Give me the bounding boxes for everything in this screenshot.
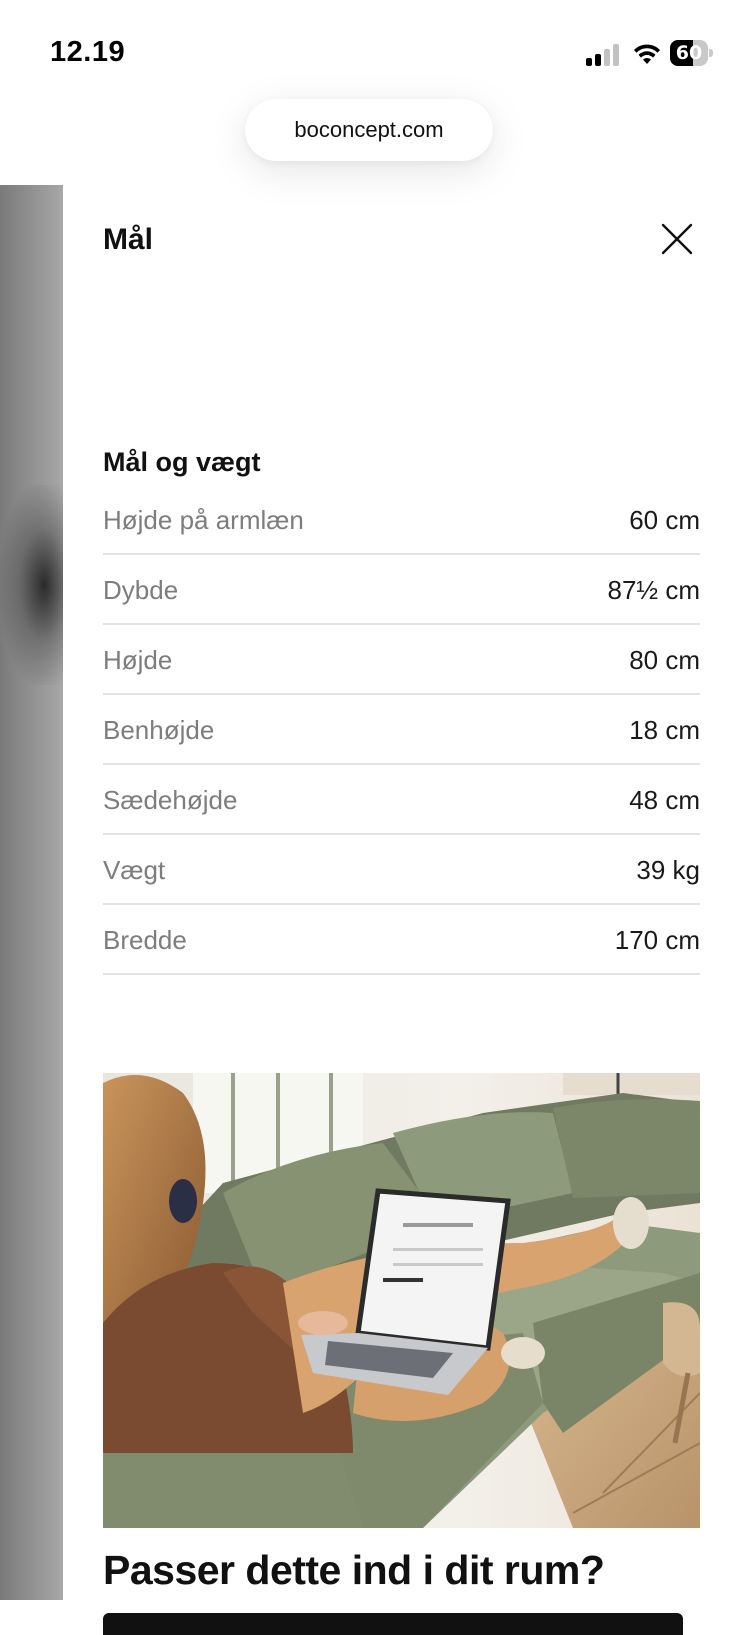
spec-value: 60 cm	[629, 505, 700, 535]
cellular-signal-icon	[586, 44, 620, 66]
spec-row: Vægt 39 kg	[103, 835, 700, 905]
wifi-icon	[632, 42, 662, 66]
battery-level: 60	[675, 42, 703, 64]
address-bar[interactable]: boconcept.com	[245, 99, 493, 161]
spec-row: Sædehøjde 48 cm	[103, 765, 700, 835]
spec-row: Højde på armlæn 60 cm	[103, 485, 700, 555]
signal-bar	[604, 49, 610, 66]
status-bar: 12.19 60	[0, 0, 739, 100]
spec-label: Benhøjde	[103, 715, 215, 745]
promo-heading-continued	[103, 1595, 700, 1635]
sofa-photo	[103, 1073, 700, 1528]
spec-row: Højde 80 cm	[103, 625, 700, 695]
backdrop-shadow	[0, 485, 63, 685]
promo-heading: Passer dette ind i dit rum?	[103, 1547, 605, 1593]
spec-label: Vægt	[103, 855, 166, 885]
panel-title: Mål	[103, 223, 154, 256]
spec-label: Bredde	[103, 925, 187, 955]
dimensions-panel: Mål Mål og vægt Højde på armlæn 60 cm Dy…	[63, 185, 739, 1635]
battery-body: 60	[670, 40, 708, 66]
signal-bar	[586, 58, 592, 66]
spec-value: 170 cm	[614, 925, 700, 955]
close-button[interactable]	[661, 223, 693, 255]
spec-label: Højde på armlæn	[103, 505, 304, 535]
spec-value: 48 cm	[629, 785, 700, 815]
spec-row: Benhøjde 18 cm	[103, 695, 700, 765]
spec-value: 87½ cm	[607, 575, 701, 605]
page-backdrop[interactable]	[0, 185, 63, 1600]
spec-label: Dybde	[103, 575, 179, 605]
spec-row: Bredde 170 cm	[103, 905, 700, 975]
battery-icon: 60	[670, 40, 714, 66]
section-title: Mål og vægt	[103, 447, 261, 477]
spec-row: Dybde 87½ cm	[103, 555, 700, 625]
status-time: 12.19	[50, 36, 126, 68]
spec-table: Højde på armlæn 60 cm Dybde 87½ cm Højde…	[103, 485, 700, 975]
battery-nub	[709, 49, 713, 57]
signal-bar	[595, 54, 601, 66]
spec-value: 80 cm	[629, 645, 700, 675]
close-icon	[661, 223, 693, 255]
spec-label: Højde	[103, 645, 173, 675]
promo-image	[103, 1073, 700, 1528]
spec-label: Sædehøjde	[103, 785, 238, 815]
signal-bar	[613, 44, 619, 66]
spec-value: 39 kg	[636, 855, 700, 885]
spec-value: 18 cm	[629, 715, 700, 745]
